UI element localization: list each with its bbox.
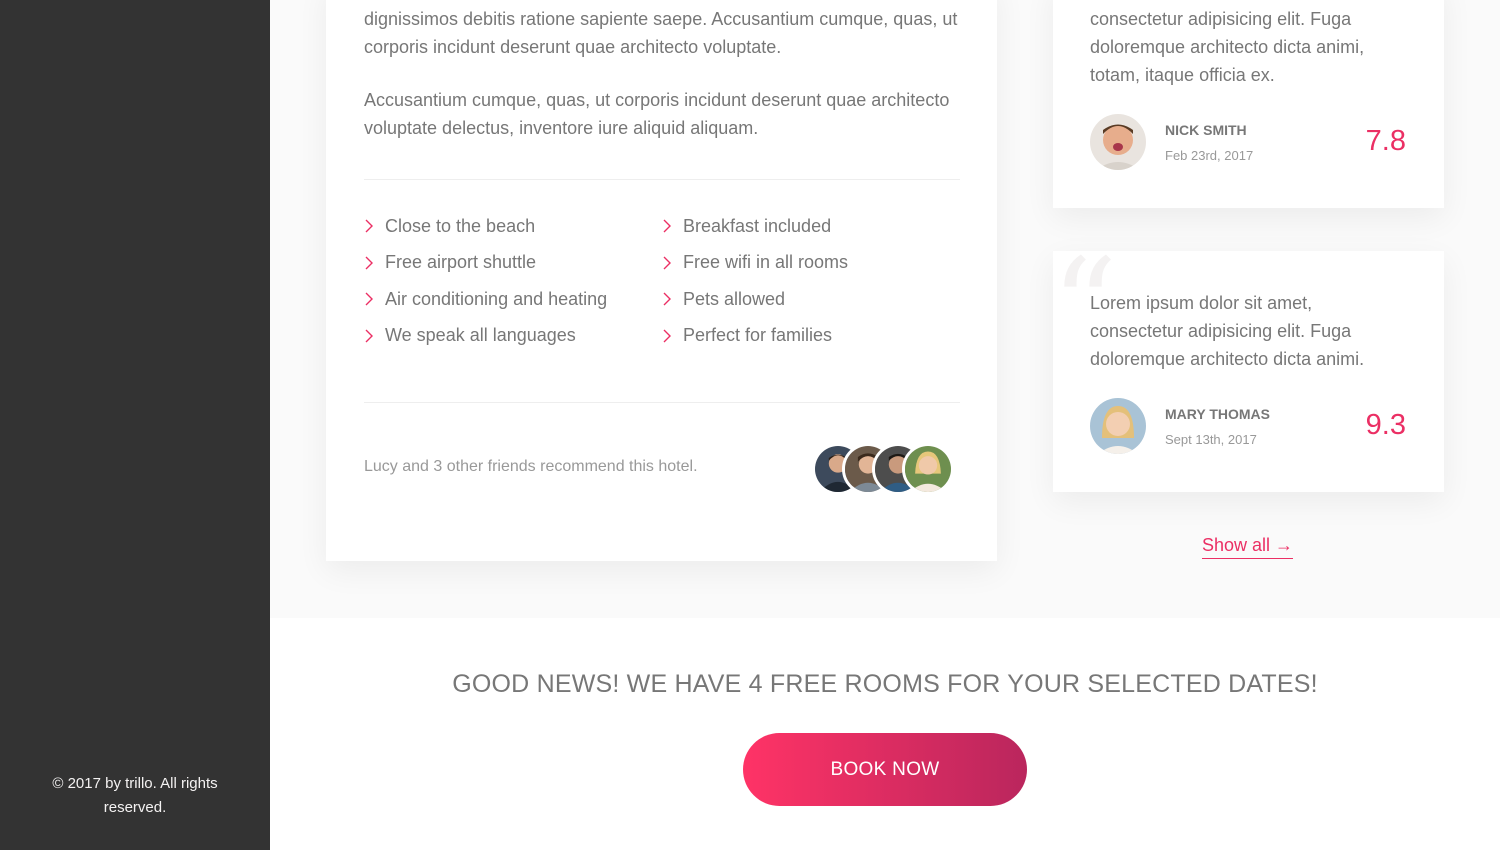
reviewer-name: Mary Thomas <box>1165 406 1270 422</box>
feature-label: Close to the beach <box>385 215 536 236</box>
feature-label: Free wifi in all rooms <box>683 252 849 273</box>
review-rating: 9.3 <box>1365 409 1406 441</box>
feature-item: Breakfast included <box>662 215 960 238</box>
feature-item: Close to the beach <box>364 215 662 238</box>
feature-list: Close to the beach Breakfast included Fr… <box>364 215 964 347</box>
divider <box>364 402 960 403</box>
review-text: consectetur adipisicing elit. Fuga dolor… <box>1090 9 1365 85</box>
reviewer-avatar <box>1090 114 1146 170</box>
feature-item: Pets allowed <box>662 288 960 311</box>
feature-label: Perfect for families <box>683 325 833 346</box>
feature-item: We speak all languages <box>364 325 662 348</box>
booking-cta: GOOD NEWS! WE HAVE 4 FREE ROOMS FOR YOUR… <box>270 618 1500 850</box>
friends-avatars <box>812 443 954 495</box>
description-paragraph: Accusantium cumque, quas, ut corporis in… <box>364 90 950 138</box>
feature-label: Pets allowed <box>683 288 786 309</box>
feature-item: Free airport shuttle <box>364 252 662 275</box>
chevron-right-icon <box>364 219 385 233</box>
reviewer-avatar <box>1090 398 1146 454</box>
legal-text: © 2017 by trillo. All rights reserved. <box>52 775 218 816</box>
sidebar: © 2017 by trillo. All rights reserved. <box>0 0 270 850</box>
friend-avatar[interactable] <box>902 443 954 495</box>
recommendation-text: Lucy and 3 other friends recommend this … <box>364 458 698 475</box>
chevron-right-icon <box>364 256 385 270</box>
feature-item: Air conditioning and heating <box>364 288 662 311</box>
book-now-button[interactable]: BOOK NOW <box>743 733 1027 806</box>
feature-label: Air conditioning and heating <box>385 288 608 309</box>
reviewer-name: Nick Smith <box>1165 122 1247 138</box>
chevron-right-icon <box>662 219 683 233</box>
review-card: consectetur adipisicing elit. Fuga dolor… <box>1053 0 1444 208</box>
feature-item: Perfect for families <box>662 325 960 348</box>
show-all-link[interactable]: Show all → <box>1202 535 1294 559</box>
review-card: “ Lorem ipsum dolor sit amet, consectetu… <box>1051 241 1444 492</box>
chevron-right-icon <box>662 329 683 343</box>
hotel-description-card: dignissimos debitis ratione sapiente sae… <box>326 0 997 561</box>
divider <box>364 179 960 180</box>
chevron-right-icon <box>364 292 385 306</box>
review-rating: 7.8 <box>1365 125 1406 157</box>
review-text: Lorem ipsum dolor sit amet, consectetur … <box>1090 293 1365 369</box>
feature-label: Breakfast included <box>683 215 832 236</box>
main-content: dignissimos debitis ratione sapiente sae… <box>270 0 1500 850</box>
chevron-right-icon <box>364 329 385 343</box>
feature-item: Free wifi in all rooms <box>662 252 960 275</box>
feature-label: We speak all languages <box>385 325 576 346</box>
chevron-right-icon <box>662 292 683 306</box>
review-date: Sept 13th, 2017 <box>1165 432 1257 447</box>
cta-heading: GOOD NEWS! WE HAVE 4 FREE ROOMS FOR YOUR… <box>452 670 1318 698</box>
chevron-right-icon <box>662 256 683 270</box>
description-paragraph: dignissimos debitis ratione sapiente sae… <box>364 9 958 57</box>
review-date: Feb 23rd, 2017 <box>1165 148 1254 163</box>
feature-label: Free airport shuttle <box>385 252 537 273</box>
